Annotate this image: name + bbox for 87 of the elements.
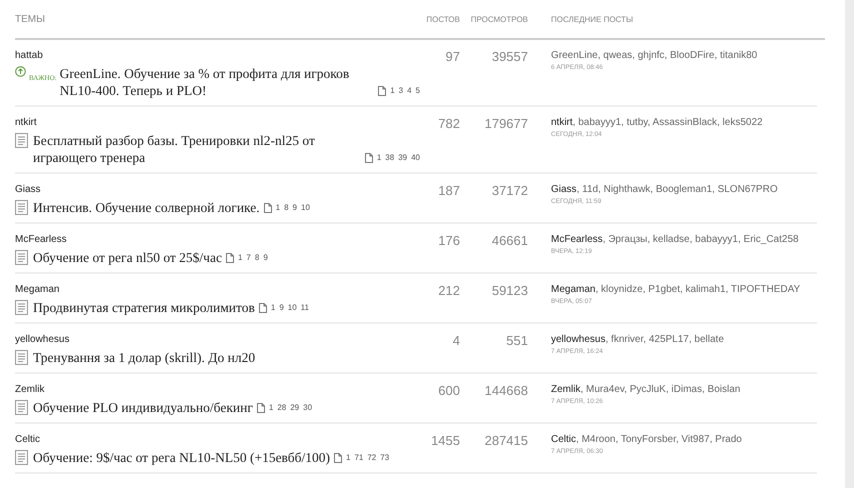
page-link[interactable]: 5 [416,82,420,99]
page-icon [226,252,234,262]
page-link[interactable]: 1 [376,149,382,166]
column-header: ПОСТОВ [425,15,460,24]
last-posters: McFearless, Эргацзы, kelladse, babayyy1, Eric_Cat258 [551,233,799,246]
column-header: ПРОСМОТРОВ [470,15,528,24]
views-count: 179677 [484,116,528,133]
topic-title[interactable]: GreenLine. Обучение за % от профита для игроков NL10-400. Теперь и PLO! [60,65,374,99]
last-posters: Giass, 11d, Nighthawk, Boogleman1, SLON67PRO [551,183,778,196]
page-link[interactable]: 8 [284,199,289,216]
topic-title[interactable]: Обучение от рега nl50 от 25$/час [33,249,222,266]
document-icon [15,400,28,415]
views-count: 59123 [490,283,528,300]
posts-count: 212 [437,283,460,300]
views-count: 551 [505,333,528,350]
topic-author[interactable]: yellowhesus [15,333,70,346]
page-link[interactable]: 1 [346,449,350,466]
document-icon [15,450,28,465]
document-icon [15,133,28,148]
page-link[interactable]: 9 [263,249,268,266]
last-posters: Zemlik, Mura4ev, PycJluK, iDimas, Boislan [551,383,740,396]
page-link[interactable]: 1 [276,199,280,216]
page-icon [334,452,342,462]
page-icon [258,302,267,312]
topic-title[interactable]: Продвинутая стратегия микролимитов [33,299,255,316]
topic-title[interactable]: Бесплатный разбор базы. Тренировки nl2-nl25 от играющего тренера [33,132,361,166]
column-header: ТЕМЫ [15,14,46,25]
page-link[interactable]: 1 [268,399,274,416]
views-count: 287415 [484,433,528,450]
page-link[interactable]: 8 [254,249,260,266]
posts-count: 600 [437,383,460,400]
page-link[interactable]: 29 [290,399,300,416]
posts-count: 97 [444,49,460,66]
topic-title[interactable]: Обучение: 9$/час от рега NL10-NL50 (+15евбб/100) [33,449,330,466]
topic-title[interactable]: Обучение PLO индивидуально/бекинг [33,399,253,416]
page-link[interactable]: 10 [301,199,310,216]
page-link[interactable]: 30 [303,399,312,416]
topic-author[interactable]: Celtic [15,433,40,446]
posts-count: 4 [452,333,460,350]
posts-count: 176 [437,233,460,250]
topic-author[interactable]: McFearless [15,233,67,246]
page-link[interactable]: 11 [300,299,309,316]
topic-author[interactable]: Zemlik [15,383,44,396]
page-icon [264,202,272,212]
page-link[interactable]: 4 [407,82,412,99]
topic-author[interactable]: hattab [15,49,43,62]
page-icon [256,402,265,412]
page-link[interactable]: 28 [277,399,286,416]
page-link[interactable]: 3 [398,82,404,99]
page-icon [378,86,386,96]
document-icon [15,200,28,215]
page-link[interactable]: 1 [238,249,242,266]
posts-count: 1455 [430,433,460,450]
last-posters: Megaman, kloynidze, P1gbet, kalimah1, TIPOFTHEDAY [551,283,800,296]
topic-author[interactable]: Megaman [15,283,60,296]
last-posters: yellowhesus, fknriver, 425PL17, bellate [551,333,724,346]
page-link[interactable]: 38 [385,149,394,166]
topic-title[interactable]: Тренування за 1 долар (skrill). До нл20 [33,349,256,366]
posts-count: 187 [437,183,460,200]
page-link[interactable]: 7 [246,249,251,266]
page-link[interactable]: 1 [270,299,276,316]
page-link[interactable]: 10 [288,299,297,316]
views-count: 39557 [490,49,528,66]
page-link[interactable]: 1 [390,82,395,99]
topic-title[interactable]: Интенсив. Обучение солверной логике. [33,199,260,216]
document-icon [15,250,28,265]
last-posters: Celtic, M4roon, TonyForsber, Vit987, Prado [551,433,742,446]
views-count: 37172 [490,183,528,200]
posts-count: 782 [437,116,460,133]
views-count: 46661 [490,233,528,250]
arrow-up-circle-icon [15,66,26,77]
document-icon [15,300,28,315]
page-link[interactable]: 9 [292,199,297,216]
column-header: ПОСЛЕДНИЕ ПОСТЫ [550,15,634,24]
page-link[interactable]: 39 [398,149,408,166]
page-link[interactable]: 72 [367,449,376,466]
topic-author[interactable]: ntkirt [15,116,37,129]
views-count: 144668 [484,383,528,400]
last-posters: GreenLine, qweas, ghjnfc, BlooDFire, titanik80 [551,49,758,62]
page-icon [364,152,373,162]
page-link[interactable]: 40 [411,149,420,166]
topic-author[interactable]: Giass [15,183,41,196]
document-icon [15,350,28,365]
page-link[interactable]: 71 [354,449,364,466]
page-link[interactable]: 73 [380,449,390,466]
page-link[interactable]: 9 [279,299,284,316]
last-posters: ntkirt, babayyy1, tutby, AssassinBlack, leks5022 [551,116,763,129]
